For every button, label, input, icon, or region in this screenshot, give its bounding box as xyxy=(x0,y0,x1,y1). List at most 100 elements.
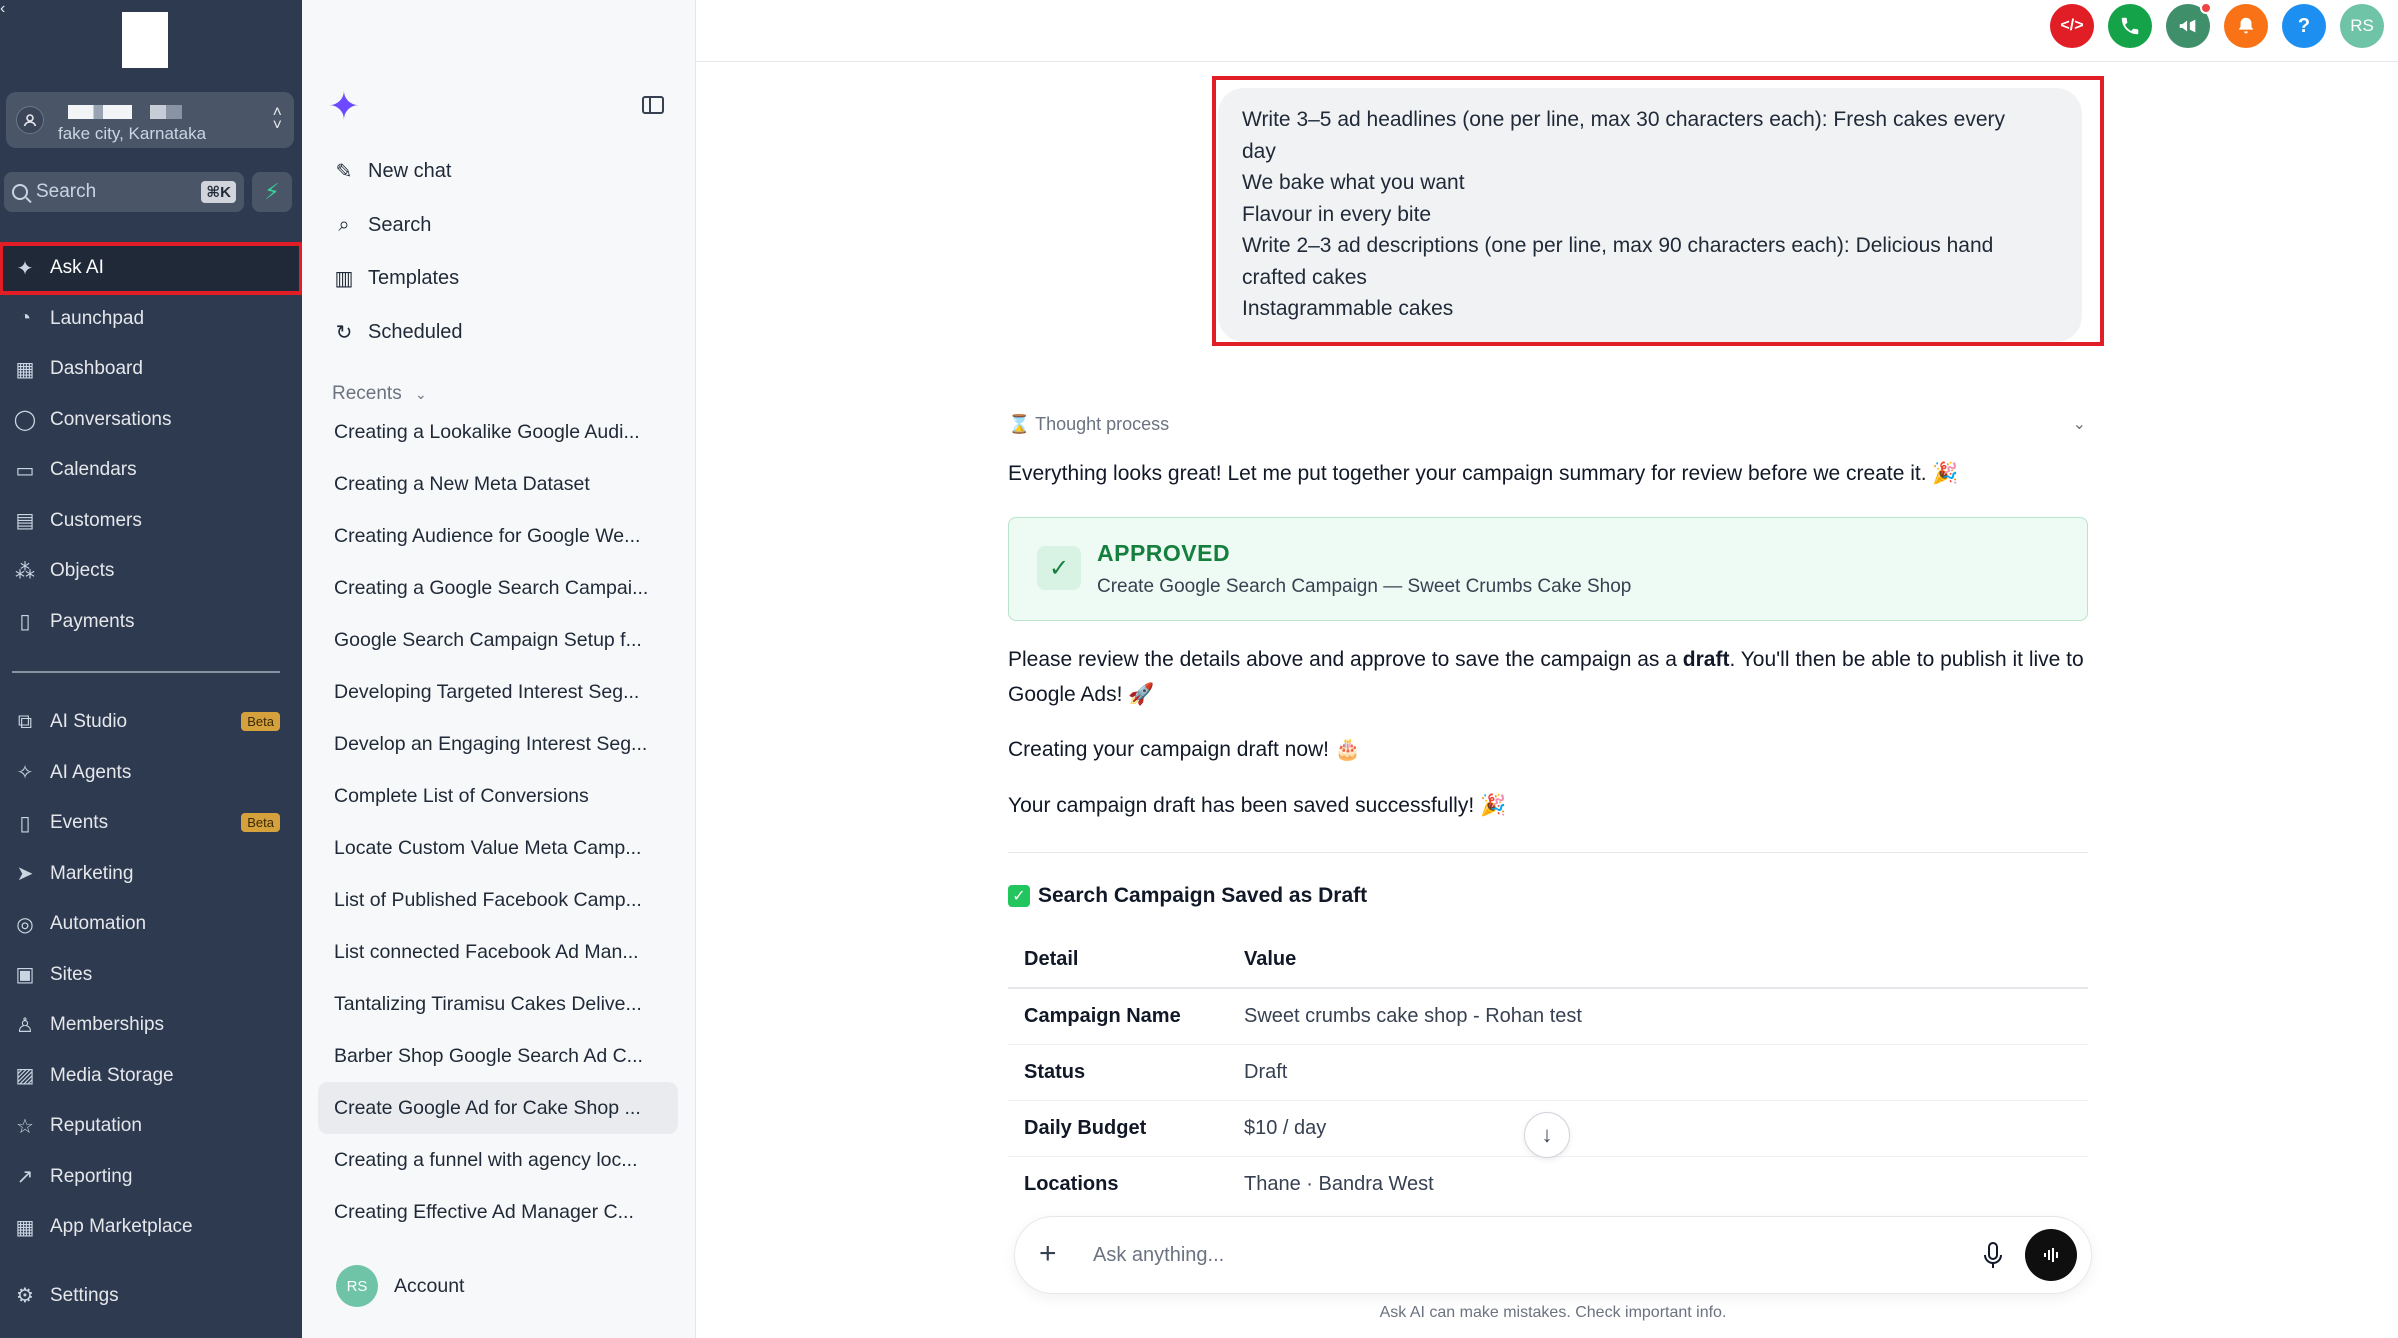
check-icon: ✓ xyxy=(1037,546,1081,590)
recent-chat-item[interactable]: Creating a New Meta Dataset xyxy=(318,458,678,510)
table-cell-key: Campaign Name xyxy=(1008,988,1244,1045)
recent-chat-item[interactable]: List connected Facebook Ad Man... xyxy=(318,926,678,978)
quick-action-bolt-icon[interactable]: ⚡ xyxy=(252,172,292,212)
recent-chat-item[interactable]: Barber Shop Google Search Ad C... xyxy=(318,1030,678,1082)
account-button[interactable]: RS Account xyxy=(336,1265,464,1307)
nav-item-label: App Marketplace xyxy=(50,1216,193,1238)
table-cell-key: Locations xyxy=(1024,1172,1119,1195)
nav-item-label: Memberships xyxy=(50,1014,165,1036)
contacts-icon: ▤ xyxy=(15,510,35,533)
templates-button[interactable]: ▥ Templates xyxy=(332,252,463,306)
sparkle-icon: ✦ xyxy=(16,257,34,280)
location-subtitle: fake city, Karnataka xyxy=(58,124,207,143)
schedule-icon: ↻ xyxy=(335,321,353,344)
menu-label: New chat xyxy=(368,160,452,183)
nav-divider xyxy=(12,671,280,673)
menu-label: Scheduled xyxy=(368,320,463,343)
phone-icon[interactable] xyxy=(2108,4,2152,48)
table-cell-value: Draft xyxy=(1244,1044,2088,1101)
recent-chat-item[interactable]: Google Search Campaign Setup f... xyxy=(318,614,678,666)
nav-item-customers[interactable]: ▤ Customers xyxy=(0,496,302,547)
nav-item-label: Media Storage xyxy=(50,1064,174,1086)
automation-icon: ◎ xyxy=(16,913,34,936)
recent-chat-item[interactable]: Creating a funnel with agency loc... xyxy=(318,1134,678,1186)
company-logo[interactable] xyxy=(122,12,168,68)
nav-search-label: Search xyxy=(36,181,97,202)
nav-item-sites[interactable]: ▣ Sites xyxy=(0,950,302,1001)
highlight-annotation-box xyxy=(1212,76,2104,346)
new-chat-button[interactable]: ✎ New chat xyxy=(332,145,463,199)
recent-chat-item[interactable]: Develop an Engaging Interest Seg... xyxy=(318,718,678,770)
nav-item-marketing[interactable]: ➤ Marketing xyxy=(0,849,302,900)
profile-avatar[interactable]: RS xyxy=(2340,4,2384,48)
code-icon[interactable]: </> xyxy=(2050,4,2094,48)
waveform-icon xyxy=(2044,1248,2058,1262)
recent-chat-item[interactable]: Locate Custom Value Meta Camp... xyxy=(318,822,678,874)
location-name-redacted xyxy=(150,105,182,119)
recent-chat-item[interactable]: Creating a Lookalike Google Audi... xyxy=(318,406,678,458)
message-input[interactable] xyxy=(1093,1237,1953,1273)
location-switcher[interactable]: fake city, Karnataka ˄ ˅ xyxy=(6,92,294,148)
nav-item-payments[interactable]: ▯ Payments xyxy=(0,597,302,648)
star-icon: ☆ xyxy=(16,1115,34,1138)
nav-item-app-marketplace[interactable]: ▦ App Marketplace xyxy=(0,1202,302,1253)
add-attachment-button[interactable]: + xyxy=(1039,1237,1057,1271)
search-chats-button[interactable]: ⌕ Search xyxy=(332,199,463,253)
recent-chat-item[interactable]: Creating Audience for Google We... xyxy=(318,510,678,562)
creating-message: Creating your campaign draft now! 🎂 xyxy=(1008,738,1361,761)
recent-chat-item[interactable]: Create Google Ad for Cake Shop ... xyxy=(318,1082,678,1134)
top-bar: </> ? RS xyxy=(696,0,2398,62)
recent-chat-item[interactable]: Creating Effective Ad Manager C... xyxy=(318,1186,678,1238)
scroll-to-bottom-button[interactable]: ↓ xyxy=(1524,1112,1570,1158)
collapse-nav-button[interactable]: ‹ xyxy=(0,0,28,28)
nav-item-automation[interactable]: ◎ Automation xyxy=(0,899,302,950)
nav-item-objects[interactable]: ⁂ Objects xyxy=(0,546,302,597)
toggle-sidebar-icon[interactable] xyxy=(642,96,664,114)
nav-item-calendars[interactable]: ▭ Calendars xyxy=(0,445,302,496)
search-icon xyxy=(12,184,28,200)
recent-chat-item[interactable]: Creating a Google Search Campai... xyxy=(318,562,678,614)
table-header: Value xyxy=(1244,932,2088,989)
thought-process-toggle[interactable]: ⌛ Thought process ⌄ xyxy=(1008,414,2086,435)
recent-chat-item[interactable]: Tantalizing Tiramisu Cakes Delive... xyxy=(318,978,678,1030)
nav-item-memberships[interactable]: ♙ Memberships xyxy=(0,1000,302,1051)
agents-icon: ✧ xyxy=(16,762,34,785)
nav-search[interactable]: Search ⌘K xyxy=(4,172,244,212)
main-navigation: fake city, Karnataka ˄ ˅ Search ⌘K ⚡ ✦ As… xyxy=(0,0,303,1338)
chat-icon: ◯ xyxy=(13,409,37,432)
recents-toggle[interactable]: Recents ⌄ xyxy=(332,383,427,405)
nav-item-label: Automation xyxy=(50,913,147,935)
nav-item-events[interactable]: ▯ Events Beta xyxy=(0,798,302,849)
nav-item-reporting[interactable]: ↗ Reporting xyxy=(0,1152,302,1203)
chat-sidebar: ✦ ✎ New chat ⌕ Search ▥ Templates ↻ Sche… xyxy=(302,0,696,1338)
voice-mode-button[interactable] xyxy=(2025,1229,2077,1281)
nav-item-conversations[interactable]: ◯ Conversations xyxy=(0,395,302,446)
nav-item-ai-studio[interactable]: ⧉ AI Studio Beta xyxy=(0,697,302,748)
nav-item-ask-ai[interactable]: ✦ Ask AI xyxy=(0,242,303,295)
nav-item-label: Reporting xyxy=(50,1165,133,1187)
recent-chat-item[interactable]: List of Published Facebook Camp... xyxy=(318,874,678,926)
nav-item-label: Objects xyxy=(50,560,115,582)
rocket-icon: ◔ xyxy=(18,307,32,330)
sites-icon: ▣ xyxy=(15,964,35,987)
help-icon[interactable]: ? xyxy=(2282,4,2326,48)
bell-icon[interactable] xyxy=(2224,4,2268,48)
nav-item-ai-agents[interactable]: ✧ AI Agents xyxy=(0,748,302,799)
nav-item-label: Reputation xyxy=(50,1115,142,1137)
nav-item-reputation[interactable]: ☆ Reputation xyxy=(0,1101,302,1152)
chevron-down-icon: ⌄ xyxy=(414,386,427,402)
nav-item-media-storage[interactable]: ▨ Media Storage xyxy=(0,1051,302,1102)
nav-item-launchpad[interactable]: ◔ Launchpad xyxy=(0,294,302,345)
microphone-icon[interactable] xyxy=(1983,1241,2003,1271)
megaphone-icon[interactable] xyxy=(2166,2,2212,48)
menu-label: Search xyxy=(368,213,432,236)
hourglass-icon: ⌛ xyxy=(1008,414,1031,434)
recent-chat-item[interactable]: Developing Targeted Interest Seg... xyxy=(318,666,678,718)
nav-item-settings[interactable]: ⚙ Settings xyxy=(0,1271,302,1322)
table-cell-value: Sweet crumbs cake shop - Rohan test xyxy=(1244,988,2088,1045)
approved-title: APPROVED xyxy=(1097,540,1231,566)
table-cell-key: Status xyxy=(1008,1044,1244,1101)
scheduled-button[interactable]: ↻ Scheduled xyxy=(332,306,463,360)
nav-item-dashboard[interactable]: ▦ Dashboard xyxy=(0,344,302,395)
recent-chat-item[interactable]: Complete List of Conversions xyxy=(318,770,678,822)
